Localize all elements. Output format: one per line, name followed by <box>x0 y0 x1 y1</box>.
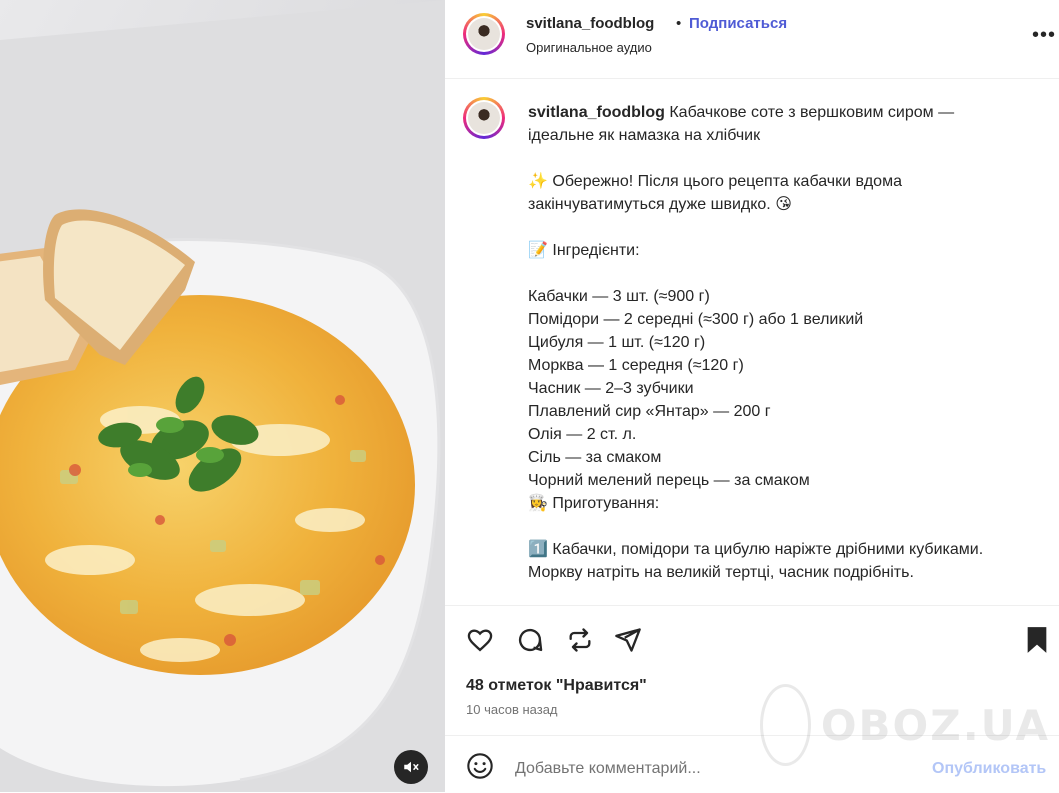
ingredient-item: Помідори — 2 середні (≈300 г) або 1 вели… <box>528 311 864 328</box>
repost-button[interactable] <box>564 624 596 656</box>
caption-text: svitlana_foodblog Кабачкове соте з вершк… <box>528 101 1003 584</box>
share-button[interactable] <box>612 624 644 656</box>
caption-username[interactable]: svitlana_foodblog <box>528 104 665 121</box>
ingredient-item: Морква — 1 середня (≈120 г) <box>528 357 744 374</box>
ingredient-item: Сіль — за смаком <box>528 449 662 466</box>
emoji-button[interactable] <box>464 750 496 782</box>
ingredient-item: Чорний мелений перець — за смаком <box>528 472 810 489</box>
comment-button[interactable] <box>514 624 546 656</box>
prep-heading: 👩‍🍳 Приготування: <box>528 495 660 512</box>
prep-step-1: 1️⃣ Кабачки, помідори та цибулю наріжте … <box>528 541 984 581</box>
separator-dot: • <box>676 15 682 32</box>
post-time[interactable]: 10 часов назад <box>466 702 558 717</box>
ingredient-item: Олія — 2 ст. л. <box>528 426 637 443</box>
ingredient-item: Плавлений сир «Янтар» — 200 г <box>528 403 771 420</box>
header-username[interactable]: svitlana_foodblog <box>526 15 654 32</box>
comment-bar: Добавьте комментарий... Опубликовать <box>445 735 1059 793</box>
post-panel: svitlana_foodblog • Подписаться Оригинал… <box>445 0 1059 792</box>
caption-area: svitlana_foodblog Кабачкове соте з вершк… <box>445 79 1059 605</box>
comment-input[interactable]: Добавьте комментарий... <box>515 760 701 778</box>
mute-button[interactable] <box>394 750 428 784</box>
emoji-icon <box>467 753 493 779</box>
mute-icon <box>404 761 419 773</box>
comment-icon <box>518 628 543 652</box>
caption-avatar[interactable] <box>463 97 505 139</box>
like-button[interactable] <box>464 624 496 656</box>
heart-icon <box>467 629 493 652</box>
avatar[interactable] <box>463 13 505 55</box>
ingredients-heading: 📝 Інгредієнти: <box>528 242 640 259</box>
ingredient-item: Кабачки — 3 шт. (≈900 г) <box>528 288 710 305</box>
post-photo[interactable] <box>0 0 445 792</box>
caption-warning: ✨ Обережно! Після цього рецепта кабачки … <box>528 173 902 213</box>
ingredient-item: Цибуля — 1 шт. (≈120 г) <box>528 334 706 351</box>
share-icon <box>615 628 641 652</box>
ingredient-item: Часник — 2–3 зубчики <box>528 380 694 397</box>
food-photo <box>0 0 445 792</box>
audio-label[interactable]: Оригинальное аудио <box>526 40 652 55</box>
post-comment-button[interactable]: Опубликовать <box>932 760 1046 778</box>
likes-count[interactable]: 48 отметок "Нравится" <box>466 677 647 695</box>
follow-button[interactable]: Подписаться <box>689 15 787 32</box>
action-bar: 48 отметок "Нравится" 10 часов назад <box>445 605 1059 736</box>
more-options-icon[interactable]: ••• <box>1032 24 1056 47</box>
post-header: svitlana_foodblog • Подписаться Оригинал… <box>445 0 1059 79</box>
save-button[interactable] <box>1021 624 1053 656</box>
bookmark-icon <box>1027 627 1047 653</box>
repost-icon <box>569 628 591 652</box>
